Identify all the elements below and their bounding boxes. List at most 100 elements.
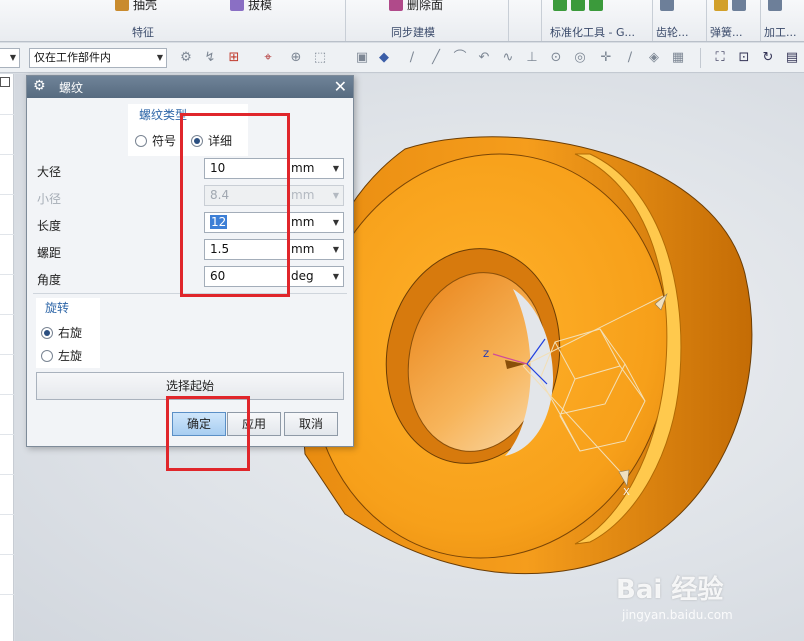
arc-snap-icon[interactable]: ↶ <box>476 50 492 66</box>
close-icon[interactable]: ✕ <box>334 77 347 96</box>
shell-icon <box>115 0 129 11</box>
annotation-highlight-params <box>180 113 290 297</box>
ribbon-gear-tool-icon[interactable] <box>660 0 674 13</box>
navigator-row-divider <box>0 234 14 235</box>
face-select-icon[interactable]: ▣ <box>354 50 370 66</box>
check-tool-icon <box>589 0 603 11</box>
ribbon-separator <box>760 0 761 41</box>
ribbon-draft-button[interactable]: 拔模 <box>230 0 272 13</box>
ribbon-shell-label: 抽壳 <box>133 0 158 12</box>
ribbon-shell-button[interactable]: 抽壳 <box>115 0 157 13</box>
ribbon: 抽壳 拔模 删除面 特征 同步建模 标准化工具 - G... 齿轮... 弹簧.… <box>0 0 804 42</box>
navigator-row-divider <box>0 474 14 475</box>
angle-unit: deg <box>291 269 314 283</box>
pitch-unit-dropdown[interactable]: mm ▼ <box>287 239 344 260</box>
line-snap-icon[interactable]: ╱ <box>428 50 444 66</box>
machining-tool-icon <box>768 0 782 11</box>
ribbon-group-sync-modeling: 同步建模 <box>391 26 435 39</box>
spring-tool-icon <box>732 0 746 11</box>
part-navigator-strip <box>0 74 14 641</box>
rotation-left-hand-label: 左旋 <box>58 349 83 363</box>
ribbon-spring-tool-icon[interactable] <box>714 0 746 13</box>
fit-view-icon[interactable]: ⛶ <box>712 50 728 66</box>
chevron-down-icon: ▼ <box>332 245 339 254</box>
pan-view-icon[interactable]: ▤ <box>784 50 800 66</box>
selection-scope-dropdown[interactable]: 仅在工作部件内 ▼ <box>29 48 167 68</box>
ribbon-group-machining[interactable]: 加工... <box>764 24 804 40</box>
pitch-unit: mm <box>291 242 315 256</box>
point-snap-icon[interactable]: ∕ <box>404 50 420 66</box>
grid-snap-icon[interactable]: ▦ <box>670 50 686 66</box>
ribbon-separator <box>706 0 707 41</box>
navigator-row-divider <box>0 594 14 595</box>
ribbon-standard-tool-icons[interactable] <box>553 0 603 13</box>
ribbon-group-spring[interactable]: 弹簧... <box>710 24 750 40</box>
navigator-row-divider <box>0 354 14 355</box>
navigator-row-divider <box>0 514 14 515</box>
minor-diameter-unit-dropdown: mm ▼ <box>287 185 344 206</box>
major-diameter-unit: mm <box>291 161 315 175</box>
angle-unit-dropdown[interactable]: deg ▼ <box>287 266 344 287</box>
gear-icon[interactable]: ⚙ <box>33 78 46 94</box>
selection-toolbar: ▼ 仅在工作部件内 ▼ ⚙ ↯ ⊞ ⌖ ⊕ ⬚ ▣ ◆ ∕ ╱ ⌒ ↶ ∿ ⊥ … <box>0 43 804 73</box>
type-filter-dropdown[interactable]: ▼ <box>0 48 20 68</box>
rotation-left-hand-radio[interactable]: 左旋 <box>41 347 82 364</box>
rotation-right-hand-radio[interactable]: 右旋 <box>41 324 82 341</box>
tangent-snap-icon[interactable]: ∕ <box>622 50 638 66</box>
cancel-button[interactable]: 取消 <box>284 412 338 436</box>
rotation-right-hand-label: 右旋 <box>58 326 83 340</box>
navigator-row-divider <box>0 194 14 195</box>
ribbon-group-gear[interactable]: 齿轮... <box>656 24 696 40</box>
ribbon-separator <box>541 0 542 41</box>
curve-snap-icon[interactable]: ⌒ <box>452 50 468 66</box>
selection-scope-value: 仅在工作部件内 <box>34 51 111 64</box>
body-select-icon[interactable]: ◆ <box>376 50 392 66</box>
chevron-down-icon: ▼ <box>156 53 163 62</box>
draft-icon <box>230 0 244 11</box>
rectangle-select-icon[interactable]: ⬚ <box>312 50 328 66</box>
view-snap-icon[interactable]: ◈ <box>646 50 662 66</box>
length-unit-dropdown[interactable]: mm ▼ <box>287 212 344 233</box>
select-all-icon[interactable]: ⚙ <box>178 50 194 66</box>
ribbon-group-standard-tools[interactable]: 标准化工具 - G... <box>550 24 650 40</box>
intersection-snap-icon[interactable]: ✛ <box>598 50 614 66</box>
dialog-title: 螺纹 <box>59 81 84 95</box>
snap-point-icon[interactable]: ⌖ <box>260 50 276 66</box>
chevron-down-icon: ▼ <box>332 164 339 173</box>
navigator-row-divider <box>0 114 14 115</box>
spline-snap-icon[interactable]: ∿ <box>500 50 516 66</box>
navigator-row-divider <box>0 434 14 435</box>
length-label: 长度 <box>37 219 62 233</box>
navigator-row-divider <box>0 154 14 155</box>
annotation-highlight-ok <box>166 396 250 471</box>
ribbon-machining-tool-icon[interactable] <box>768 0 782 13</box>
selection-intent-icon[interactable]: ⊕ <box>288 50 304 66</box>
chevron-down-icon: ▼ <box>9 53 16 62</box>
select-feature-icon[interactable]: ↯ <box>202 50 218 66</box>
center-snap-icon[interactable]: ⊙ <box>548 50 564 66</box>
length-unit: mm <box>291 215 315 229</box>
minor-diameter-label: 小径 <box>37 192 62 206</box>
major-diameter-label: 大径 <box>37 165 62 179</box>
radio-checked-icon <box>41 326 53 339</box>
zoom-icon[interactable]: ⊡ <box>736 50 752 66</box>
ribbon-separator <box>652 0 653 41</box>
ribbon-delete-face-button[interactable]: 删除面 <box>389 0 443 13</box>
gear-tool-icon <box>660 0 674 11</box>
check-tool-icon <box>553 0 567 11</box>
rotate-view-icon[interactable]: ↻ <box>760 50 776 66</box>
major-diameter-unit-dropdown[interactable]: mm ▼ <box>287 158 344 179</box>
minor-diameter-unit: mm <box>291 188 315 202</box>
thread-type-symbolic-radio[interactable]: 符号 <box>135 132 176 149</box>
quadrant-snap-icon[interactable]: ◎ <box>572 50 588 66</box>
dialog-title-bar[interactable]: ⚙ 螺纹 ✕ <box>27 76 353 98</box>
check-tool-icon <box>571 0 585 11</box>
add-selection-icon[interactable]: ⊞ <box>226 50 242 66</box>
ribbon-draft-label: 拔模 <box>248 0 273 12</box>
navigator-toggle-icon[interactable] <box>0 77 10 87</box>
midpoint-snap-icon[interactable]: ⊥ <box>524 50 540 66</box>
ribbon-separator <box>508 0 509 41</box>
ribbon-separator <box>345 0 346 41</box>
radio-unchecked-icon <box>135 134 147 147</box>
chevron-down-icon: ▼ <box>332 272 339 281</box>
